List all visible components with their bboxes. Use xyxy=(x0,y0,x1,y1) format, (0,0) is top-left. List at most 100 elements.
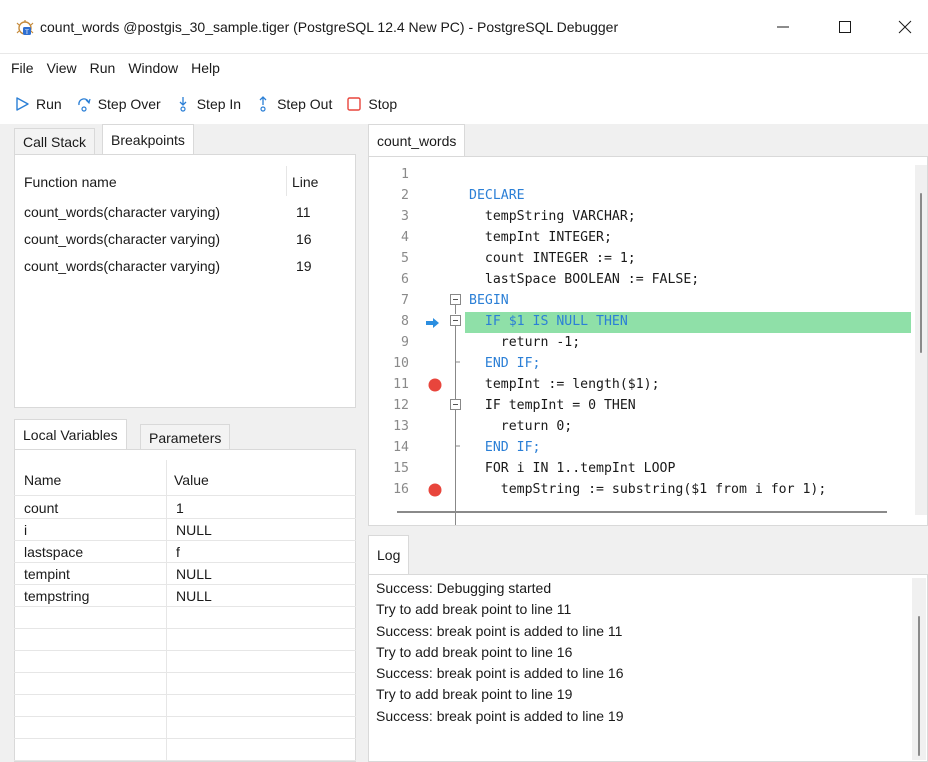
empty-table-row xyxy=(14,717,356,739)
code-text: END IF; xyxy=(469,440,541,455)
line-number: 5 xyxy=(401,251,409,266)
variables-header-value: Value xyxy=(174,472,209,488)
minimize-button[interactable] xyxy=(760,0,806,54)
table-row[interactable]: lastspace f xyxy=(14,541,356,563)
variable-name: tempint xyxy=(24,566,70,582)
variable-name: lastspace xyxy=(24,544,84,560)
menu-window[interactable]: Window xyxy=(127,58,179,78)
breakpoint-icon[interactable] xyxy=(427,377,443,393)
variable-name: tempstring xyxy=(24,588,90,604)
variable-value: NULL xyxy=(176,522,212,538)
breakpoint-row-line[interactable]: 16 xyxy=(296,231,312,247)
log-scrollbar-thumb[interactable] xyxy=(918,616,920,756)
code-text: tempInt INTEGER; xyxy=(469,230,612,245)
tab-call-stack[interactable]: Call Stack xyxy=(14,128,96,154)
line-number: 10 xyxy=(393,356,409,371)
line-number: 9 xyxy=(401,335,409,350)
code-line: 5 count INTEGER := 1; xyxy=(369,249,927,270)
code-text: IF $1 IS NULL THEN xyxy=(469,314,628,329)
code-line: 6 lastSpace BOOLEAN := FALSE; xyxy=(369,270,927,291)
table-row[interactable]: tempstring NULL xyxy=(14,585,356,607)
menu-bar: File View Run Window Help xyxy=(0,54,928,82)
code-text: tempString VARCHAR; xyxy=(469,209,636,224)
variable-name: count xyxy=(24,500,59,516)
stop-icon xyxy=(347,97,362,111)
menu-help[interactable]: Help xyxy=(190,58,221,78)
log-vertical-scrollbar[interactable] xyxy=(912,578,926,760)
current-line-arrow-icon xyxy=(426,318,439,328)
line-number: 11 xyxy=(393,377,409,392)
variable-name: i xyxy=(24,522,28,538)
table-row[interactable]: tempint NULL xyxy=(14,563,356,585)
fold-gutter xyxy=(450,294,461,525)
breakpoints-panel xyxy=(14,154,356,408)
breakpoint-row-function[interactable]: count_words(character varying) xyxy=(24,231,220,247)
step-in-button[interactable]: Step In xyxy=(175,96,241,112)
table-row[interactable]: i NULL xyxy=(14,519,356,541)
breakpoint-row-line[interactable]: 11 xyxy=(296,204,311,220)
variables-column-divider xyxy=(166,460,167,760)
variables-header-row: Name Value xyxy=(14,460,356,496)
stop-button[interactable]: Stop xyxy=(346,96,397,112)
maximize-icon xyxy=(839,21,851,33)
variable-value: NULL xyxy=(176,588,212,604)
tab-local-variables[interactable]: Local Variables xyxy=(14,419,127,450)
editor-horizontal-scrollbar[interactable] xyxy=(397,511,887,513)
breakpoints-header-function: Function name xyxy=(24,174,117,190)
code-line: 1 xyxy=(369,165,927,186)
code-text: lastSpace BOOLEAN := FALSE; xyxy=(469,272,700,287)
editor-scrollbar-thumb[interactable] xyxy=(920,193,922,353)
run-button[interactable]: Run xyxy=(14,96,62,112)
close-button[interactable] xyxy=(882,0,928,54)
code-line: 2 DECLARE xyxy=(369,186,927,207)
step-out-label: Step Out xyxy=(277,96,333,112)
tab-parameters[interactable]: Parameters xyxy=(140,424,231,450)
log-line: Success: break point is added to line 19 xyxy=(376,708,624,724)
code-line: 3 tempString VARCHAR; xyxy=(369,207,927,228)
line-number: 2 xyxy=(401,188,409,203)
code-text: tempString := substring($1 from i for 1)… xyxy=(469,482,827,497)
step-over-label: Step Over xyxy=(97,96,161,112)
editor-vertical-scrollbar[interactable] xyxy=(915,165,927,515)
code-text: return 0; xyxy=(469,419,573,434)
line-number: 14 xyxy=(393,440,409,455)
log-line: Try to add break point to line 16 xyxy=(376,644,573,660)
menu-file[interactable]: File xyxy=(10,58,35,78)
window-title: count_words @postgis_30_sample.tiger (Po… xyxy=(40,19,619,35)
code-text: tempInt := length($1); xyxy=(469,377,660,392)
breakpoint-row-line[interactable]: 19 xyxy=(296,258,312,274)
breakpoint-icon[interactable] xyxy=(427,482,443,498)
tab-count-words[interactable]: count_words xyxy=(368,124,466,157)
line-number: 1 xyxy=(401,167,409,182)
empty-table-row xyxy=(14,651,356,673)
breakpoint-row-function[interactable]: count_words(character varying) xyxy=(24,258,220,274)
code-text: END IF; xyxy=(469,356,541,371)
empty-table-row xyxy=(14,673,356,695)
step-over-button[interactable]: Step Over xyxy=(76,96,161,112)
title-bar: T count_words @postgis_30_sample.tiger (… xyxy=(0,0,928,54)
breakpoints-header-divider xyxy=(286,166,287,196)
menu-view[interactable]: View xyxy=(46,58,78,78)
maximize-button[interactable] xyxy=(822,0,868,54)
table-row[interactable]: count 1 xyxy=(14,497,356,519)
step-over-icon xyxy=(77,98,91,112)
code-line: 4 tempInt INTEGER; xyxy=(369,228,927,249)
variables-header-name: Name xyxy=(24,472,62,488)
tab-log[interactable]: Log xyxy=(368,535,410,575)
minimize-icon xyxy=(777,26,789,28)
step-out-icon xyxy=(259,96,267,112)
code-text: IF tempInt = 0 THEN xyxy=(469,398,636,413)
step-out-button[interactable]: Step Out xyxy=(255,96,332,112)
empty-table-row xyxy=(14,695,356,717)
code-editor[interactable]: 1 2 DECLARE 3 tempString VARCHAR; 4 tempI… xyxy=(368,156,928,526)
line-number: 15 xyxy=(393,461,409,476)
breakpoints-header-line: Line xyxy=(292,174,319,190)
log-line: Success: break point is added to line 16 xyxy=(376,665,624,681)
stop-label: Stop xyxy=(368,96,398,112)
variable-value: f xyxy=(176,544,180,560)
toolbar: Run Step Over Step In Step Out Stop xyxy=(0,90,411,118)
log-line: Success: break point is added to line 11 xyxy=(376,623,623,639)
tab-breakpoints[interactable]: Breakpoints xyxy=(102,124,194,155)
menu-run[interactable]: Run xyxy=(89,58,117,78)
breakpoint-row-function[interactable]: count_words(character varying) xyxy=(24,204,220,220)
